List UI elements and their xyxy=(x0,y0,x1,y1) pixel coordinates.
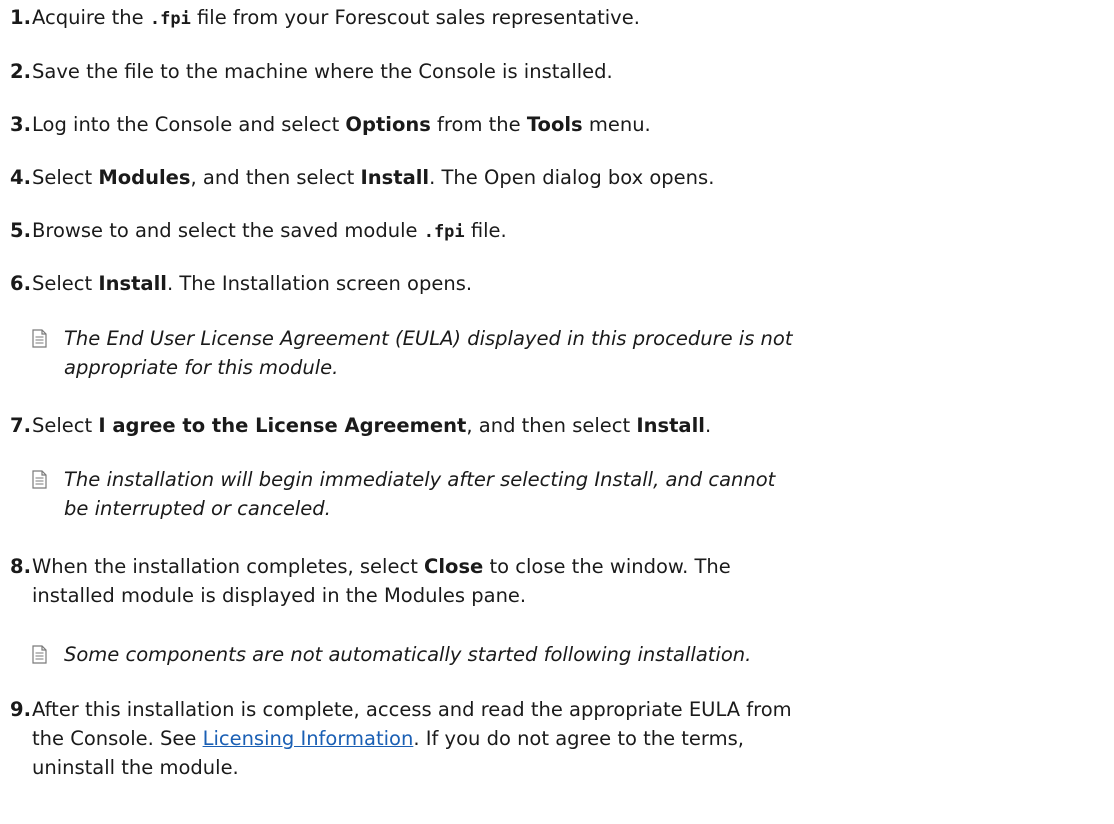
note-icon xyxy=(32,329,47,348)
step-number: 9. xyxy=(10,698,31,721)
file-extension: .fpi xyxy=(423,222,465,242)
step-text: Log into the Console and select Options … xyxy=(32,113,651,136)
ui-term: Install xyxy=(98,272,167,295)
step-text: Browse to and select the saved module .f… xyxy=(32,219,507,242)
ui-term: Install xyxy=(360,166,430,189)
step-number: 3. xyxy=(10,113,31,136)
licensing-information-link[interactable]: Licensing Information xyxy=(203,727,414,750)
step-number: 1. xyxy=(10,6,31,29)
ui-term: Tools xyxy=(526,113,583,136)
step-number: 5. xyxy=(10,219,31,242)
step-text: Select I agree to the License Agreement,… xyxy=(32,414,712,437)
step-number: 8. xyxy=(10,555,31,578)
note-icon xyxy=(32,470,47,489)
note-icon xyxy=(32,645,47,664)
ui-term: I agree to the License Agreement xyxy=(98,414,467,437)
note-text: The End User License Agreement (EULA) di… xyxy=(64,327,793,379)
step-text: Save the file to the machine where the C… xyxy=(32,60,613,83)
step-number: 2. xyxy=(10,60,31,83)
step-text: After this installation is complete, acc… xyxy=(32,698,792,779)
step-number: 4. xyxy=(10,166,31,189)
step-text: Select Install. The Installation screen … xyxy=(32,272,473,295)
step-number: 7. xyxy=(10,414,31,437)
ui-term: Options xyxy=(345,113,431,136)
ui-term: Close xyxy=(424,555,484,578)
step-number: 6. xyxy=(10,272,31,295)
step-text: When the installation completes, select … xyxy=(32,555,731,607)
file-extension: .fpi xyxy=(149,9,191,29)
ui-term: Modules xyxy=(98,166,191,189)
note-text: The installation will begin immediately … xyxy=(64,468,776,520)
step-text: Select Modules, and then select Install.… xyxy=(32,166,715,189)
ui-term: Install xyxy=(636,414,705,437)
installation-procedure: 1. Acquire the .fpi file from your Fores… xyxy=(0,0,1114,824)
step-text: Acquire the .fpi file from your Forescou… xyxy=(32,6,640,29)
note-text: Some components are not automatically st… xyxy=(64,643,752,666)
